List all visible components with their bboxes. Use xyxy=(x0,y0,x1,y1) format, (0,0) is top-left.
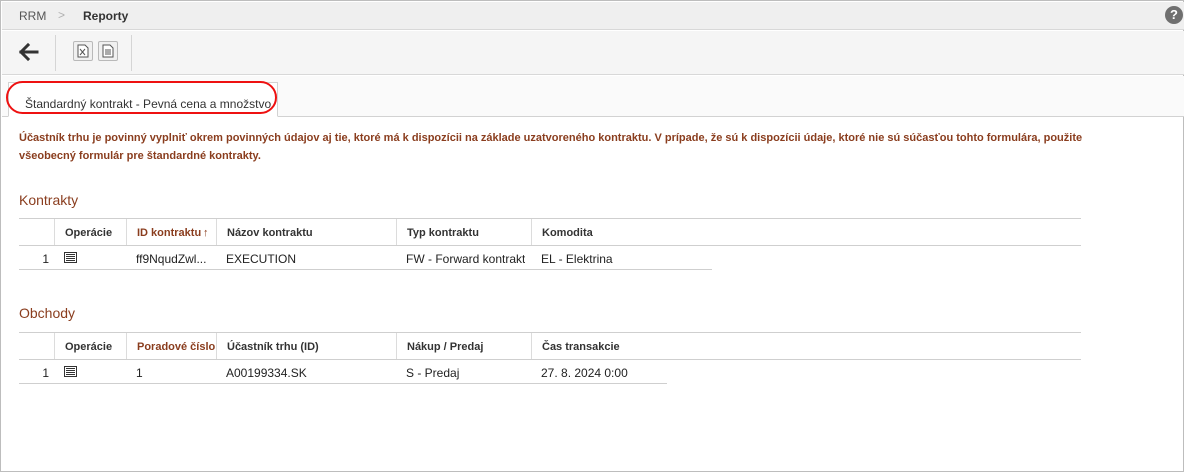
cell-participant: A00199334.SK xyxy=(226,366,307,380)
row-detail-icon[interactable] xyxy=(64,252,77,263)
table-row[interactable]: 1 ff9NqudZwl... EXECUTION FW - Forward k… xyxy=(19,246,712,270)
toolbar-divider xyxy=(55,35,56,71)
breadcrumb-current: Reporty xyxy=(83,9,129,23)
toolbar-divider xyxy=(131,35,132,71)
cell-buy-sell: S - Predaj xyxy=(406,366,460,380)
header-rownum xyxy=(19,333,54,359)
header-participant[interactable]: Účastník trhu (ID) xyxy=(216,333,396,359)
header-transaction-time[interactable]: Čas transakcie xyxy=(531,333,1081,359)
contracts-section-title: Kontrakty xyxy=(19,192,79,208)
header-operations[interactable]: Operácie xyxy=(54,219,126,245)
header-commodity[interactable]: Komodita xyxy=(531,219,1081,245)
header-rownum xyxy=(19,219,54,245)
header-operations[interactable]: Operácie xyxy=(54,333,126,359)
sort-ascending-icon: ↑ xyxy=(203,227,209,239)
header-sequence-number[interactable]: Poradové číslo xyxy=(126,333,216,359)
info-notice: Účastník trhu je povinný vyplniť okrem p… xyxy=(19,132,1083,162)
row-number: 1 xyxy=(42,366,49,380)
contracts-table: Operácie ID kontraktu ↑ Názov kontraktu T… xyxy=(19,218,1081,270)
header-contract-id[interactable]: ID kontraktu ↑ xyxy=(126,219,216,245)
breadcrumb-separator-icon: > xyxy=(58,8,66,22)
header-buy-sell[interactable]: Nákup / Predaj xyxy=(396,333,531,359)
tab-bar: Štandardný kontrakt - Pevná cena a množs… xyxy=(2,76,1184,117)
app-frame: RRM > Reporty ? Štandardný kontrakt - Pe… xyxy=(0,0,1184,472)
cell-contract-type: FW - Forward kontrakt xyxy=(406,252,526,266)
tab-label: Štandardný kontrakt - Pevná cena a množs… xyxy=(25,97,272,111)
text-document-icon xyxy=(102,44,114,58)
back-arrow-icon[interactable] xyxy=(18,41,40,63)
table-header: Operácie Poradové číslo Účastník trhu (I… xyxy=(19,332,1081,360)
cell-contract-id: ff9NqudZwl... xyxy=(136,252,207,266)
header-contract-type[interactable]: Typ kontraktu xyxy=(396,219,531,245)
export-excel-button[interactable] xyxy=(73,41,93,61)
excel-document-icon xyxy=(77,44,89,58)
row-number: 1 xyxy=(42,252,49,266)
cell-commodity: EL - Elektrina xyxy=(541,252,613,266)
row-detail-icon[interactable] xyxy=(64,366,77,377)
breadcrumb-root[interactable]: RRM xyxy=(19,9,46,23)
toolbar xyxy=(2,31,1184,75)
header-contract-name[interactable]: Názov kontraktu xyxy=(216,219,396,245)
trades-section-title: Obchody xyxy=(19,305,76,321)
help-icon[interactable]: ? xyxy=(1165,6,1183,24)
tab-standard-contract[interactable]: Štandardný kontrakt - Pevná cena a množs… xyxy=(8,82,278,117)
table-row[interactable]: 1 1 A00199334.SK S - Predaj 27. 8. 2024 … xyxy=(19,360,667,384)
cell-transaction-time: 27. 8. 2024 0:00 xyxy=(541,366,628,380)
trades-table: Operácie Poradové číslo Účastník trhu (I… xyxy=(19,332,1081,384)
cell-sequence-number: 1 xyxy=(136,366,143,380)
cell-contract-name: EXECUTION xyxy=(226,252,297,266)
breadcrumb-bar: RRM > Reporty ? xyxy=(2,2,1184,30)
table-header: Operácie ID kontraktu ↑ Názov kontraktu T… xyxy=(19,218,1081,246)
export-document-button[interactable] xyxy=(98,41,118,61)
